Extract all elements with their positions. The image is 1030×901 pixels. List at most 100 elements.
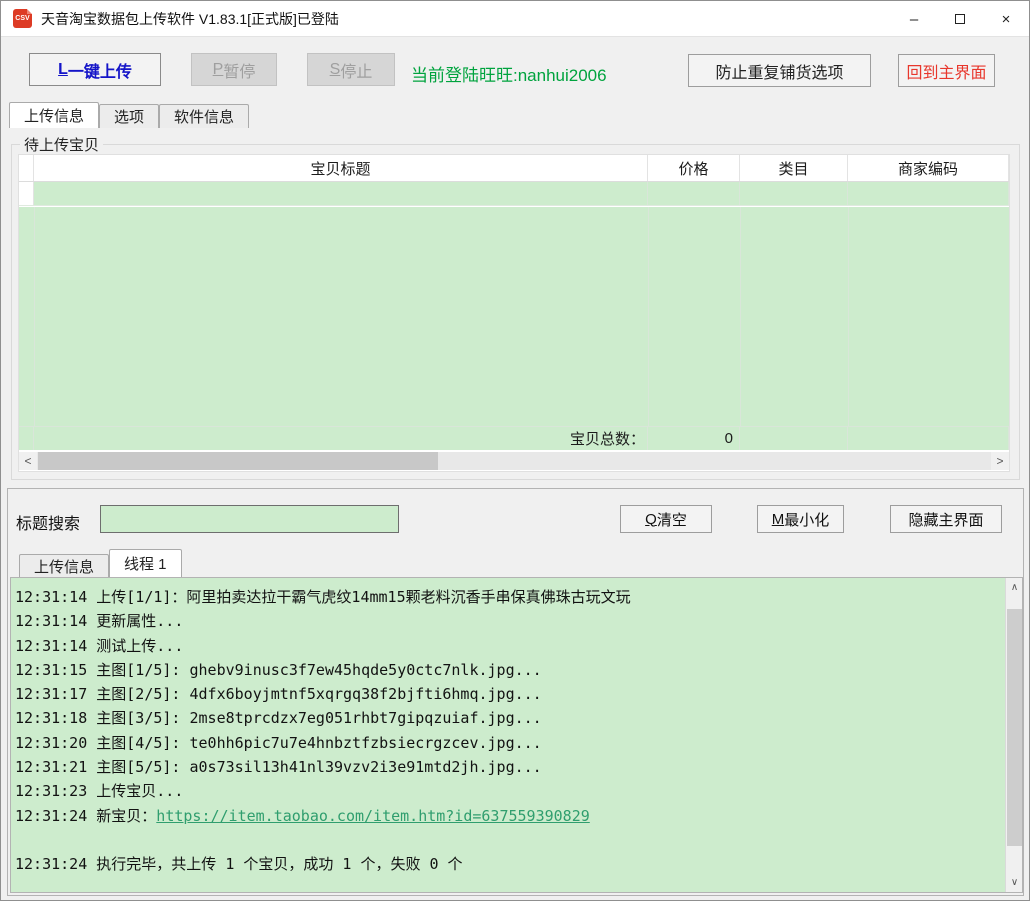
scroll-up-icon[interactable]: ∧: [1006, 579, 1023, 596]
tab-upload-info-top[interactable]: 上传信息: [9, 102, 99, 128]
column-cell-0: [34, 182, 648, 205]
close-button[interactable]: ×: [983, 1, 1029, 37]
pause-button[interactable]: P暂停: [191, 53, 277, 86]
one-click-upload-button[interactable]: L一键上传: [29, 53, 161, 86]
column-cell-3: [848, 182, 1009, 205]
log-timestamp: 12:31:20: [15, 734, 96, 752]
log-message: 主图[5/5]: a0s73sil13h41nl39vzv2i3e91mtd2j…: [96, 758, 541, 776]
scroll-down-icon[interactable]: ∨: [1006, 874, 1023, 891]
log-message: 执行完毕，共上传 1 个宝贝，成功 1 个，失败 0 个: [96, 855, 462, 873]
upload-accel: L: [58, 61, 68, 79]
clear-accel: Q: [645, 511, 657, 528]
table-total-row: 宝贝总数： 0: [19, 426, 1009, 450]
stop-button[interactable]: S停止: [307, 53, 395, 86]
log-timestamp: 12:31:21: [15, 758, 96, 776]
minimize-label: 最小化: [784, 509, 829, 530]
vertical-scrollbar[interactable]: ∧ ∨: [1005, 578, 1022, 892]
log-line: 12:31:14 上传[1/1]：阿里拍卖达拉干霸气虎纹14mm15颗老料沉香手…: [15, 585, 1001, 609]
clear-label: 清空: [657, 509, 687, 530]
new-item-link[interactable]: https://item.taobao.com/item.htm?id=6375…: [156, 807, 589, 825]
window-title: 天音淘宝数据包上传软件 V1.83.1[正式版]已登陆: [41, 9, 339, 29]
table-row[interactable]: [19, 182, 1009, 206]
app-window: CSV 天音淘宝数据包上传软件 V1.83.1[正式版]已登陆 – × L一键上…: [0, 0, 1030, 901]
log-line: 12:31:24 新宝贝：https://item.taobao.com/ite…: [15, 804, 1001, 828]
log-message: 主图[3/5]: 2mse8tprcdzx7eg051rhbt7gipqzuia…: [96, 709, 541, 727]
scroll-left-icon[interactable]: <: [19, 452, 37, 470]
log-message: 上传宝贝...: [96, 782, 183, 800]
table-header-row: 宝贝标题价格类目商家编码: [19, 155, 1009, 182]
log-timestamp: 12:31:23: [15, 782, 96, 800]
maximize-icon: [955, 14, 965, 24]
tab-options[interactable]: 选项: [99, 104, 159, 128]
log-timestamp: 12:31:14: [15, 588, 96, 606]
title-search-input[interactable]: [100, 505, 399, 533]
column-header-3[interactable]: 商家编码: [848, 155, 1009, 181]
vertical-scroll-thumb[interactable]: [1007, 609, 1022, 846]
log-line: 12:31:20 主图[4/5]: te0hh6pic7u7e4hnbztfzb…: [15, 731, 1001, 755]
csv-file-icon: CSV: [13, 9, 32, 28]
login-status-text: 当前登陆旺旺:nanhui2006: [411, 61, 607, 86]
log-line: 12:31:23 上传宝贝...: [15, 779, 1001, 803]
bottom-tab-strip: 上传信息线程 1: [19, 549, 182, 577]
lower-panel: 标题搜索 Q清空 M最小化 隐藏主界面 上传信息线程 1 12:31:14 上传…: [7, 488, 1024, 896]
hide-main-window-button[interactable]: 隐藏主界面: [890, 505, 1002, 533]
pause-accel: P: [213, 61, 224, 79]
pending-items-table: 宝贝标题价格类目商家编码 宝贝总数： 0 < >: [18, 154, 1010, 472]
horizontal-scrollbar[interactable]: < >: [19, 452, 1009, 470]
total-count-label: 宝贝总数：: [34, 427, 648, 450]
maximize-button[interactable]: [937, 1, 983, 37]
scroll-right-icon[interactable]: >: [991, 452, 1009, 470]
total-count-value: 0: [648, 427, 740, 450]
log-line: 12:31:24 执行完毕，共上传 1 个宝贝，成功 1 个，失败 0 个: [15, 852, 1001, 876]
back-to-main-button[interactable]: 回到主界面: [898, 54, 995, 87]
log-line: 12:31:15 主图[1/5]: ghebv9inusc3f7ew45hqde…: [15, 658, 1001, 682]
log-message: 新宝贝：: [96, 807, 156, 825]
minimize-button[interactable]: –: [891, 1, 937, 37]
row-header-cell: [19, 155, 34, 181]
title-search-label: 标题搜索: [16, 510, 80, 534]
log-timestamp: 12:31:14: [15, 637, 96, 655]
column-header-2[interactable]: 类目: [740, 155, 848, 181]
log-timestamp: 12:31:24: [15, 807, 96, 825]
log-message: 上传[1/1]：阿里拍卖达拉干霸气虎纹14mm15颗老料沉香手串保真佛珠古玩文玩: [96, 588, 630, 606]
log-timestamp: 12:31:15: [15, 661, 96, 679]
prevent-duplicate-button[interactable]: 防止重复铺货选项: [688, 54, 871, 87]
minimize-app-button[interactable]: M最小化: [757, 505, 844, 533]
window-controls: – ×: [891, 1, 1029, 37]
groupbox-title: 待上传宝贝: [20, 134, 103, 155]
upload-log-area: 12:31:14 上传[1/1]：阿里拍卖达拉干霸气虎纹14mm15颗老料沉香手…: [10, 577, 1023, 893]
log-lines: 12:31:14 上传[1/1]：阿里拍卖达拉干霸气虎纹14mm15颗老料沉香手…: [11, 578, 1005, 892]
pause-label: 暂停: [223, 58, 255, 82]
tab-thread-1[interactable]: 线程 1: [109, 549, 182, 577]
row-header-cell: [19, 182, 34, 205]
stop-label: 停止: [340, 58, 372, 82]
column-cell-2: [740, 182, 848, 205]
log-message: 主图[1/5]: ghebv9inusc3f7ew45hqde5y0ctc7nl…: [96, 661, 541, 679]
titlebar: CSV 天音淘宝数据包上传软件 V1.83.1[正式版]已登陆 – ×: [1, 1, 1029, 37]
log-timestamp: 12:31:14: [15, 612, 96, 630]
minimize-accel: M: [772, 511, 785, 528]
tab-software-info[interactable]: 软件信息: [159, 104, 249, 128]
upload-label: 一键上传: [68, 58, 132, 82]
log-message: 主图[2/5]: 4dfx6boyjmtnf5xqrgq38f2bjfti6hm…: [96, 685, 541, 703]
log-timestamp: 12:31:18: [15, 709, 96, 727]
log-line: 12:31:18 主图[3/5]: 2mse8tprcdzx7eg051rhbt…: [15, 706, 1001, 730]
log-message: 测试上传...: [96, 637, 183, 655]
log-message: 更新属性...: [96, 612, 183, 630]
horizontal-scroll-thumb[interactable]: [38, 452, 438, 470]
table-empty-area: [19, 207, 1009, 426]
clear-button[interactable]: Q清空: [620, 505, 712, 533]
log-line: 12:31:17 主图[2/5]: 4dfx6boyjmtnf5xqrgq38f…: [15, 682, 1001, 706]
stop-accel: S: [330, 61, 341, 79]
column-header-1[interactable]: 价格: [648, 155, 740, 181]
top-tab-strip: 上传信息选项软件信息: [9, 102, 249, 128]
log-line: [15, 828, 1001, 852]
log-timestamp: 12:31:24: [15, 855, 96, 873]
log-line: 12:31:21 主图[5/5]: a0s73sil13h41nl39vzv2i…: [15, 755, 1001, 779]
tab-upload-info-bottom[interactable]: 上传信息: [19, 554, 109, 577]
log-message: 主图[4/5]: te0hh6pic7u7e4hnbztfzbsiecrgzce…: [96, 734, 541, 752]
log-line: 12:31:14 更新属性...: [15, 609, 1001, 633]
column-header-0[interactable]: 宝贝标题: [34, 155, 648, 181]
log-line: 12:31:14 测试上传...: [15, 634, 1001, 658]
log-timestamp: 12:31:17: [15, 685, 96, 703]
